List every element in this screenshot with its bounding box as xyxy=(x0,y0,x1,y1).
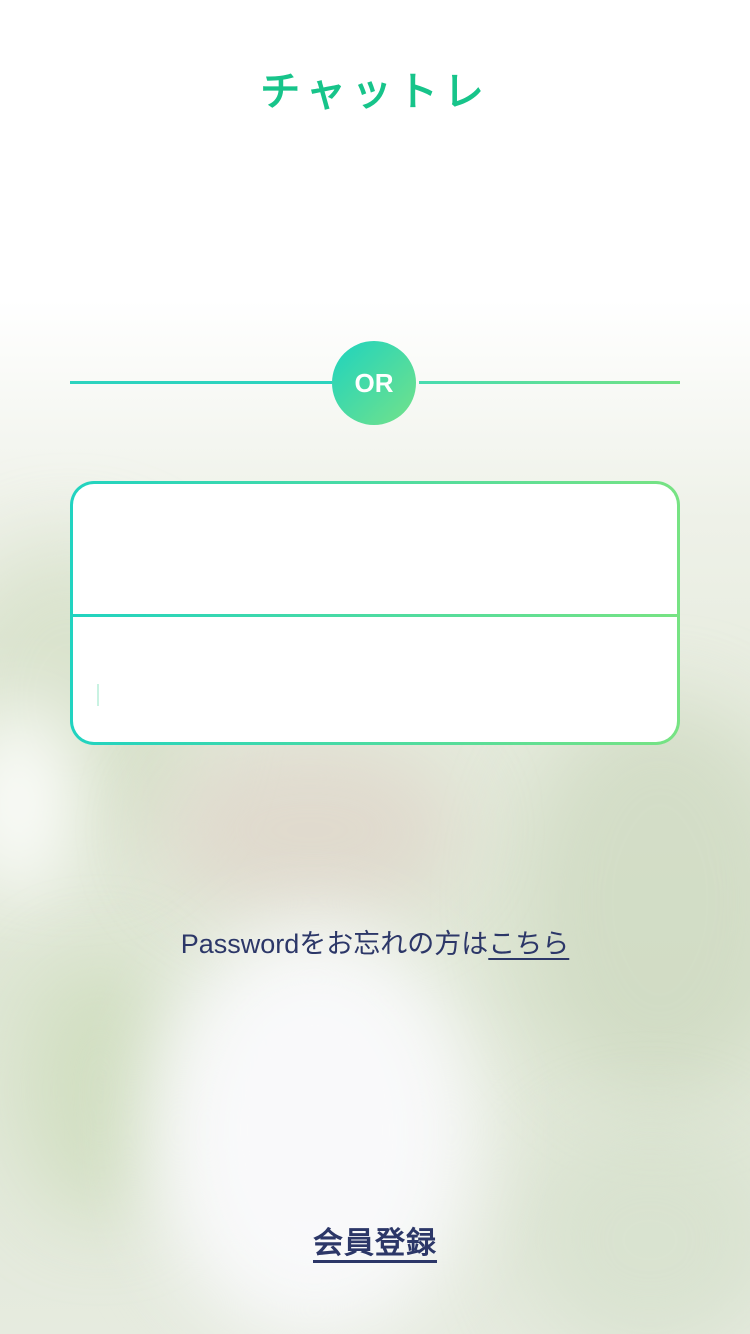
or-badge: OR xyxy=(332,341,416,425)
password-input[interactable] xyxy=(73,617,677,742)
login-form-inner xyxy=(73,484,677,742)
app-logo: チャットレ xyxy=(260,69,490,115)
forgot-password-link[interactable]: こちら xyxy=(488,929,569,959)
separator-line-right xyxy=(419,381,680,384)
text-cursor xyxy=(97,684,99,706)
register-section: 会員登録 xyxy=(0,1218,750,1262)
or-separator: OR xyxy=(70,341,680,425)
register-link[interactable]: 会員登録 xyxy=(313,1226,437,1261)
login-screen: チャットレ OR Passwordをお忘れの方はこちら 会員登録 xyxy=(0,0,750,1334)
id-input[interactable] xyxy=(73,484,677,614)
forgot-password: Passwordをお忘れの方はこちら xyxy=(0,924,750,964)
login-form xyxy=(70,481,680,745)
separator-line-left xyxy=(70,381,332,384)
forgot-password-text: Passwordをお忘れの方は xyxy=(180,929,489,959)
